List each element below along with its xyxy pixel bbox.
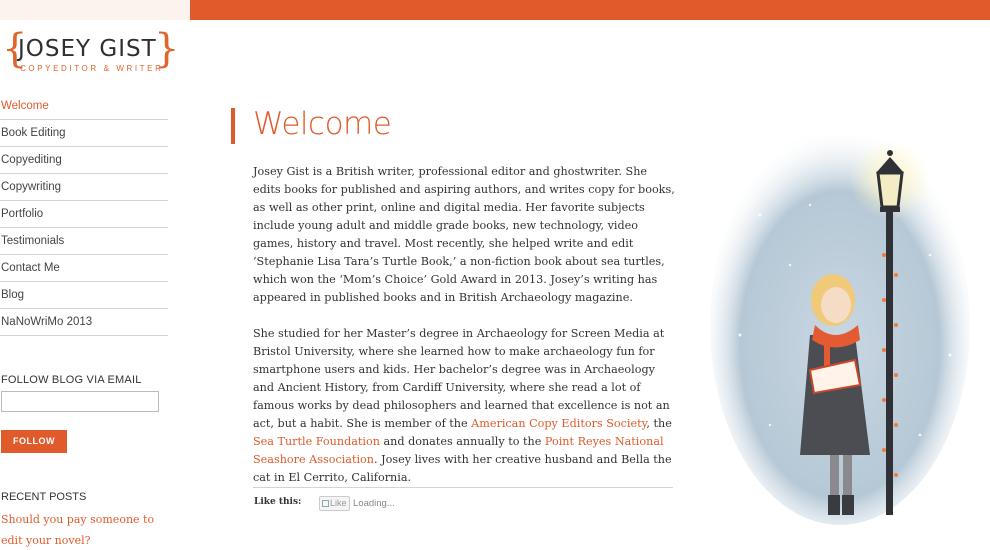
main-content: Josey Gist is a British writer, professi…	[253, 163, 678, 505]
nav-item-nanowrimo[interactable]: NaNoWriMo 2013	[0, 309, 168, 336]
nav-item-portfolio[interactable]: Portfolio	[0, 201, 168, 228]
like-button-label: Like	[330, 498, 347, 508]
paragraph-text: , the	[646, 417, 672, 430]
top-bar-accent	[190, 0, 990, 20]
sidebar-nav: Welcome Book Editing Copyediting Copywri…	[0, 93, 168, 336]
education-paragraph: She studied for her Master’s degree in A…	[253, 325, 678, 487]
intro-paragraph: Josey Gist is a British writer, professi…	[253, 165, 675, 304]
recent-post-link[interactable]: Should you pay someone to edit your nove…	[1, 509, 169, 550]
nav-item-contact-me[interactable]: Contact Me	[0, 255, 168, 282]
sea-turtle-foundation-link[interactable]: Sea Turtle Foundation	[253, 435, 380, 448]
paragraph-text: and donates annually to the	[379, 435, 545, 448]
top-bar-left	[0, 0, 190, 20]
logo-tagline: COPYEDITOR & WRITER	[20, 64, 164, 73]
email-input[interactable]	[1, 391, 159, 412]
paragraph-text: She studied for her Master’s degree in A…	[253, 327, 670, 430]
nav-item-testimonials[interactable]: Testimonials	[0, 228, 168, 255]
follow-blog-heading: FOLLOW BLOG VIA EMAIL	[1, 374, 142, 386]
like-checkbox-icon	[322, 500, 329, 507]
nav-item-copyediting[interactable]: Copyediting	[0, 147, 168, 174]
like-label: Like this:	[254, 497, 302, 507]
illustration-girl-with-lamppost	[710, 135, 970, 525]
title-accent-bar	[231, 108, 235, 144]
nav-item-welcome[interactable]: Welcome	[0, 93, 168, 120]
like-button[interactable]: Like	[319, 496, 350, 511]
share-divider	[253, 487, 673, 488]
follow-button[interactable]: FOLLOW	[1, 430, 67, 453]
recent-posts-heading: RECENT POSTS	[1, 491, 87, 503]
logo-name: JOSEY GIST	[18, 36, 157, 62]
nav-item-book-editing[interactable]: Book Editing	[0, 120, 168, 147]
loading-text: Loading...	[353, 498, 395, 509]
nav-item-copywriting[interactable]: Copywriting	[0, 174, 168, 201]
site-logo[interactable]: { JOSEY GIST COPYEDITOR & WRITER }	[2, 27, 179, 77]
page-title: Welcome	[253, 106, 392, 142]
right-brace-icon: }	[154, 26, 180, 72]
american-copy-editors-link[interactable]: American Copy Editors Society	[471, 417, 646, 430]
nav-item-blog[interactable]: Blog	[0, 282, 168, 309]
